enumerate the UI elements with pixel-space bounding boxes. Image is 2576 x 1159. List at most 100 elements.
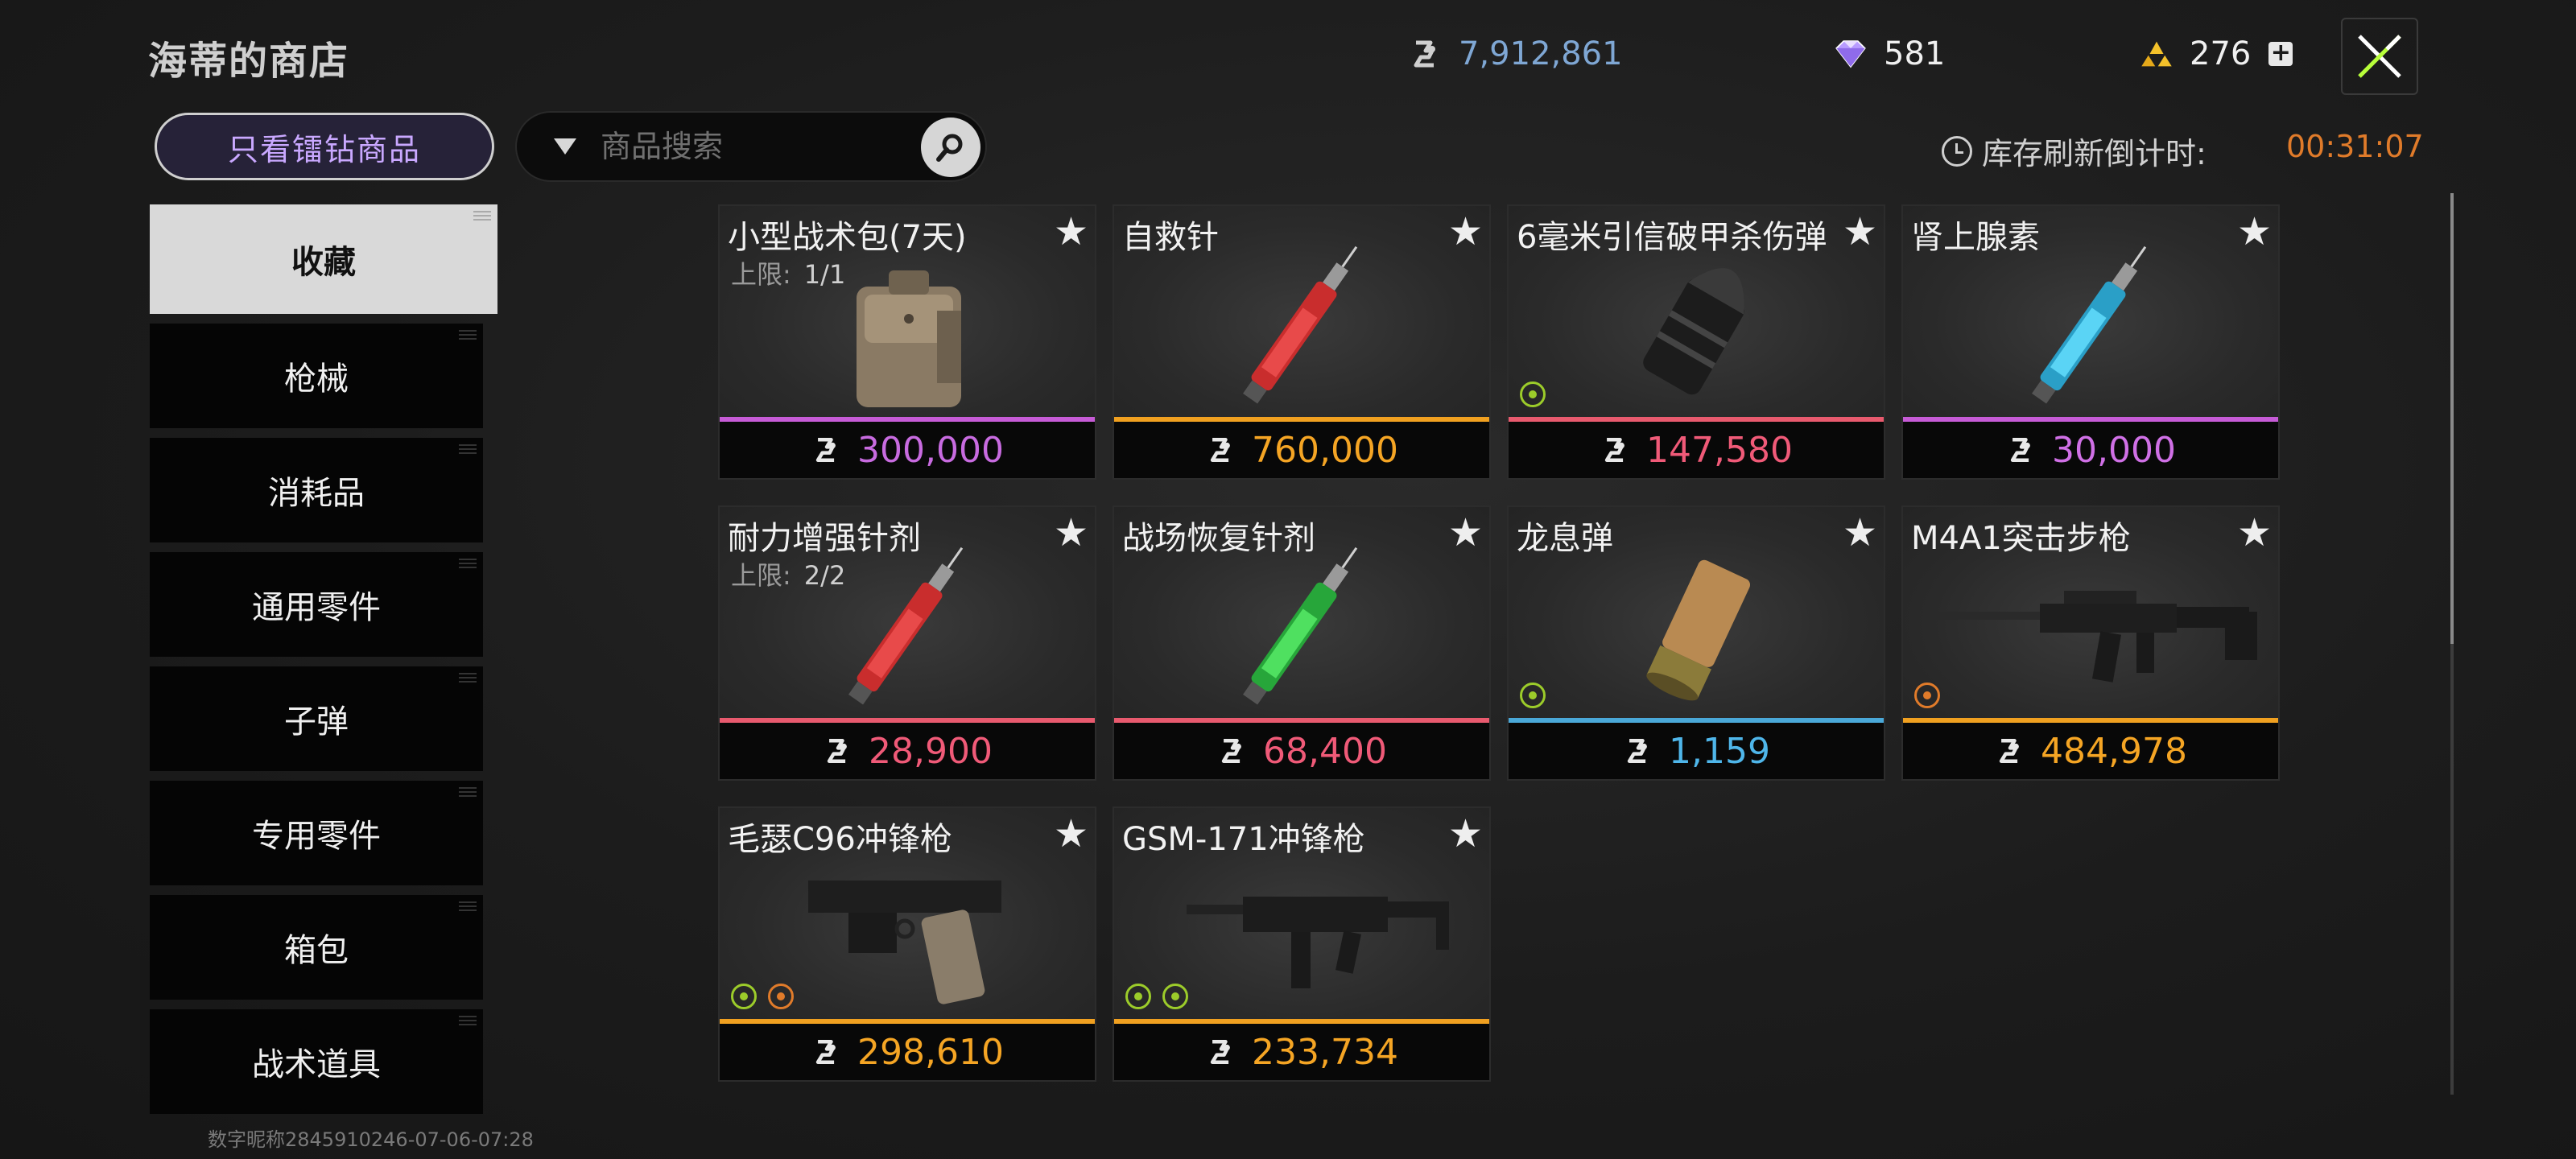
coin-icon (1622, 735, 1654, 767)
favorite-star-icon[interactable]: ★ (1843, 209, 1877, 254)
coin-icon (1994, 735, 2026, 767)
close-button[interactable] (2341, 18, 2418, 95)
only-diamond-filter-button[interactable]: 只看镭钻商品 (155, 113, 494, 180)
price-row: 760,000 (1114, 422, 1489, 478)
menu-lines-icon (459, 1016, 477, 1025)
shop-item-card[interactable]: 小型战术包(7天) 上限: 1/1 ★ 300,000 (718, 204, 1096, 480)
sidebar-item-label: 收藏 (291, 244, 356, 281)
sidebar-item-consumables[interactable]: 消耗品 (150, 438, 483, 542)
sidebar-item-label: 消耗品 (268, 475, 365, 512)
shop-item-card[interactable]: 毛瑟C96冲锋枪 ★ 298,610 (718, 806, 1096, 1082)
price-row: 30,000 (1903, 422, 2278, 478)
menu-lines-icon (459, 901, 477, 911)
item-tags (1914, 683, 1940, 708)
item-name: 战场恢复针剂 (1122, 520, 1315, 557)
item-name: 耐力增强针剂 (728, 520, 921, 557)
limit-value: 2/2 (803, 560, 846, 591)
bio-tag-icon (1520, 382, 1546, 407)
search-button[interactable] (921, 118, 980, 177)
coin-icon (1216, 735, 1249, 767)
price-row: 484,978 (1903, 723, 2278, 779)
favorite-star-icon[interactable]: ★ (1843, 510, 1877, 555)
gold-balance: 276 + (2138, 35, 2293, 72)
coin-icon (822, 735, 854, 767)
coin-icon (2005, 434, 2037, 466)
coin-icon (1205, 434, 1237, 466)
item-price: 298,610 (857, 1031, 1004, 1073)
sidebar-item-label: 子弹 (284, 703, 349, 740)
sidebar-item-label: 战术道具 (252, 1046, 381, 1083)
sidebar-item-guns[interactable]: 枪械 (150, 324, 483, 428)
favorite-star-icon[interactable]: ★ (1448, 510, 1483, 555)
sidebar-item-label: 枪械 (284, 361, 349, 398)
sidebar-item-tactical[interactable]: 战术道具 (150, 1009, 483, 1114)
sidebar-item-general-parts[interactable]: 通用零件 (150, 552, 483, 657)
item-tags (1520, 683, 1546, 708)
gem-amount: 581 (1884, 35, 1946, 72)
search-bar (515, 111, 987, 182)
coin-icon (1600, 434, 1632, 466)
purchase-limit: 上限: 2/2 (731, 555, 845, 592)
item-price: 233,734 (1252, 1031, 1398, 1073)
coin-icon (811, 1036, 843, 1068)
item-name: 6毫米引信破甲杀伤弹 (1517, 219, 1827, 256)
gem-balance: 581 (1832, 35, 1945, 72)
add-gold-button[interactable]: + (2268, 41, 2293, 66)
search-icon (936, 134, 963, 162)
coin-icon (1205, 1036, 1237, 1068)
limit-value: 1/1 (803, 259, 846, 290)
price-row: 298,610 (720, 1024, 1095, 1080)
favorite-star-icon[interactable]: ★ (1448, 811, 1483, 856)
sidebar-item-bags[interactable]: 箱包 (150, 895, 483, 1000)
diamond-icon (1832, 35, 1869, 72)
item-tags (731, 984, 794, 1009)
shop-item-card[interactable]: GSM-171冲锋枪 ★ 233,734 (1113, 806, 1491, 1082)
limit-label: 上限: (731, 560, 791, 591)
coin-balance: 7,912,861 (1407, 35, 1623, 72)
price-row: 1,159 (1509, 723, 1884, 779)
gold-amount: 276 (2190, 35, 2252, 72)
sidebar-item-label: 箱包 (284, 932, 349, 969)
shop-item-card[interactable]: 自救针 ★ 760,000 (1113, 204, 1491, 480)
scrollbar-thumb[interactable] (2450, 193, 2454, 644)
close-icon (2358, 35, 2401, 78)
shop-item-card[interactable]: 肾上腺素 ★ 30,000 (1901, 204, 2280, 480)
item-price: 28,900 (869, 730, 993, 772)
favorite-star-icon[interactable]: ★ (1448, 209, 1483, 254)
price-row: 300,000 (720, 422, 1095, 478)
favorite-star-icon[interactable]: ★ (1054, 811, 1088, 856)
favorite-star-icon[interactable]: ★ (2237, 209, 2272, 254)
item-name: M4A1突击步枪 (1911, 520, 2131, 557)
price-row: 233,734 (1114, 1024, 1489, 1080)
item-name: 肾上腺素 (1911, 219, 2040, 256)
item-price: 760,000 (1252, 429, 1398, 471)
search-input[interactable] (601, 129, 890, 164)
shop-item-card[interactable]: 6毫米引信破甲杀伤弹 ★ 147,580 (1507, 204, 1885, 480)
sidebar-item-ammo[interactable]: 子弹 (150, 666, 483, 771)
player-id-footer: 数字昵称2845910246-07-06-07:28 (208, 1128, 534, 1151)
menu-lines-icon (459, 330, 477, 340)
sidebar-item-special-parts[interactable]: 专用零件 (150, 781, 483, 885)
shop-item-card[interactable]: 耐力增强针剂 上限: 2/2 ★ 28,900 (718, 505, 1096, 781)
item-price: 484,978 (2041, 730, 2187, 772)
shop-item-card[interactable]: M4A1突击步枪 ★ 484,978 (1901, 505, 2280, 781)
shop-item-card[interactable]: 龙息弹 ★ 1,159 (1507, 505, 1885, 781)
refresh-countdown-label: 库存刷新倒计时: (1942, 129, 2207, 173)
item-price: 300,000 (857, 429, 1004, 471)
favorite-star-icon[interactable]: ★ (1054, 209, 1088, 254)
favorite-star-icon[interactable]: ★ (1054, 510, 1088, 555)
item-price: 68,400 (1263, 730, 1387, 772)
menu-lines-icon (459, 444, 477, 454)
favorite-star-icon[interactable]: ★ (2237, 510, 2272, 555)
item-name: 自救针 (1122, 219, 1219, 256)
speed-tag-icon (731, 984, 757, 1009)
fire-tag-icon (1520, 683, 1546, 708)
price-row: 28,900 (720, 723, 1095, 779)
item-tags (1125, 984, 1188, 1009)
item-price: 147,580 (1646, 429, 1793, 471)
dropdown-arrow-icon[interactable] (554, 138, 576, 155)
menu-lines-icon (459, 559, 477, 568)
shop-item-card[interactable]: 战场恢复针剂 ★ 68,400 (1113, 505, 1491, 781)
sidebar-item-favorites[interactable]: 收藏 (150, 204, 497, 314)
item-name: GSM-171冲锋枪 (1122, 821, 1365, 858)
